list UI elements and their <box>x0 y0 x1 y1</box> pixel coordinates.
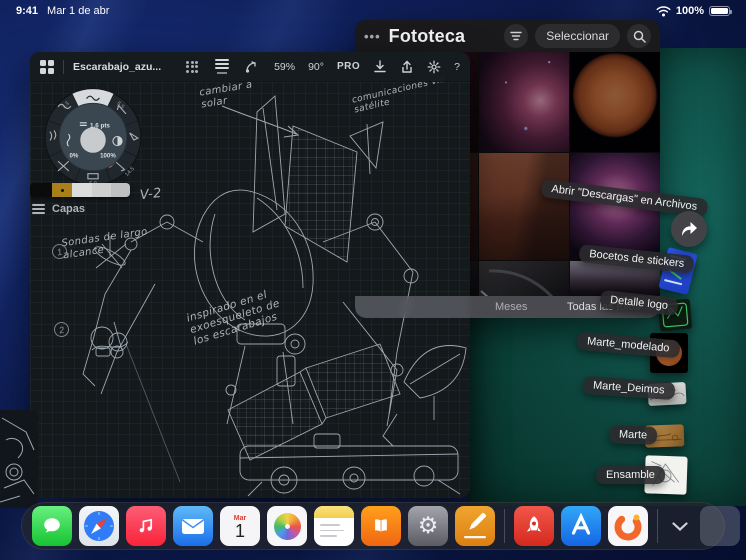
layers-panel-toggle[interactable]: Capas <box>32 203 85 215</box>
opacity-max: 100% <box>100 152 116 159</box>
mail-app-icon[interactable] <box>173 506 213 546</box>
grid-settings-icon[interactable] <box>186 60 199 73</box>
status-bar: 9:41 Mar 1 de abr 100% <box>0 0 746 22</box>
messages-app-icon[interactable] <box>32 506 72 546</box>
zoom-level[interactable]: 59% <box>274 61 295 73</box>
gallery-icon[interactable] <box>40 59 54 74</box>
search-button[interactable] <box>627 24 651 48</box>
dock-divider <box>657 509 658 543</box>
pen-mode-icon[interactable] <box>244 60 258 74</box>
photos-flower-icon <box>273 512 301 540</box>
fototeca-title: Fototeca <box>388 25 466 46</box>
photo-thumbnail-horsehead-nebula[interactable] <box>479 45 569 152</box>
battery-icon <box>709 6 732 16</box>
document-title[interactable]: Escarabajo_azu... <box>73 61 161 73</box>
app-library-icon[interactable] <box>700 506 740 546</box>
books-app-icon[interactable] <box>361 506 401 546</box>
clock: 9:41 <box>16 5 39 17</box>
import-icon[interactable] <box>373 59 387 74</box>
tool-wheel[interactable]: 7.3 5.5 14.5 6.9 1.6 pts 0% 100% <box>42 86 144 188</box>
drawing-app-window: cambiar a solar comunicaciones vía satél… <box>30 52 470 498</box>
swatch-gray[interactable] <box>92 183 111 197</box>
layers-icon[interactable] <box>215 59 230 74</box>
calendar-app-icon[interactable]: Mar 1 <box>220 506 260 546</box>
photo-thumbnail-spacecraft[interactable] <box>479 261 569 296</box>
music-app-icon[interactable] <box>126 506 166 546</box>
settings-app-icon[interactable]: ⚙ <box>408 506 448 546</box>
select-button[interactable]: Seleccionar <box>535 24 620 48</box>
wifi-icon <box>656 5 671 16</box>
app-store-icon[interactable] <box>561 506 601 546</box>
help-button[interactable]: ? <box>454 61 460 73</box>
settings-gear-icon[interactable] <box>427 60 441 74</box>
fototeca-header: ••• Fototeca Seleccionar <box>355 20 660 52</box>
layers-label: Capas <box>52 203 86 215</box>
swatch-gold-selected[interactable] <box>52 183 72 197</box>
layers-list-icon <box>32 204 45 214</box>
filter-button[interactable] <box>504 24 529 48</box>
status-date: Mar 1 de abr <box>47 5 110 17</box>
color-swatch-bar <box>30 183 130 197</box>
ipad-screen: Meses Todas las fotos ••• Fototeca Selec… <box>0 0 746 560</box>
sketch-fragment <box>0 410 38 508</box>
drag-label-mars: Marte <box>608 425 658 445</box>
pro-badge[interactable]: PRO <box>337 61 360 72</box>
dock: Mar 1 ⚙ <box>21 502 740 550</box>
toolbar-divider <box>63 59 64 74</box>
notes-app-icon[interactable] <box>314 506 354 546</box>
rotation-value[interactable]: 90° <box>308 61 324 73</box>
fragment-sketch-lines <box>0 417 35 503</box>
c-app-icon[interactable] <box>608 506 648 546</box>
color-preview[interactable] <box>80 127 106 153</box>
share-export-icon[interactable] <box>400 60 414 74</box>
search-icon <box>633 30 646 43</box>
forward-arrow-icon <box>682 222 697 236</box>
more-options-button[interactable]: ••• <box>364 29 381 44</box>
drag-label-ensamble: Ensamble <box>596 466 665 484</box>
opacity-min: 0% <box>70 152 79 159</box>
safari-app-icon[interactable] <box>79 506 119 546</box>
rocket-app-icon[interactable] <box>514 506 554 546</box>
photo-thumbnail-mars-planet[interactable] <box>570 45 660 152</box>
drawing-toolbar: Escarabajo_azu... 59% 90° PRO ? <box>30 52 470 82</box>
swatch-light-gray[interactable] <box>72 183 92 197</box>
dock-divider <box>504 509 505 543</box>
dock-collapse-chevron[interactable] <box>667 506 693 546</box>
swatch-mid-gray[interactable] <box>111 183 130 197</box>
filter-lines-icon <box>510 31 522 41</box>
drawing-app-dock-icon[interactable] <box>455 506 495 546</box>
battery-percentage: 100% <box>675 5 704 17</box>
spacecraft-image <box>480 269 554 296</box>
photo-thumbnail-mars-surface[interactable] <box>479 153 569 260</box>
photos-app-icon[interactable] <box>267 506 307 546</box>
tab-months[interactable]: Meses <box>495 301 527 313</box>
swatch-black[interactable] <box>30 183 52 197</box>
calendar-day: 1 <box>234 521 245 542</box>
share-arrow-button[interactable] <box>671 211 707 247</box>
annotation-version: V-2 <box>139 185 163 204</box>
